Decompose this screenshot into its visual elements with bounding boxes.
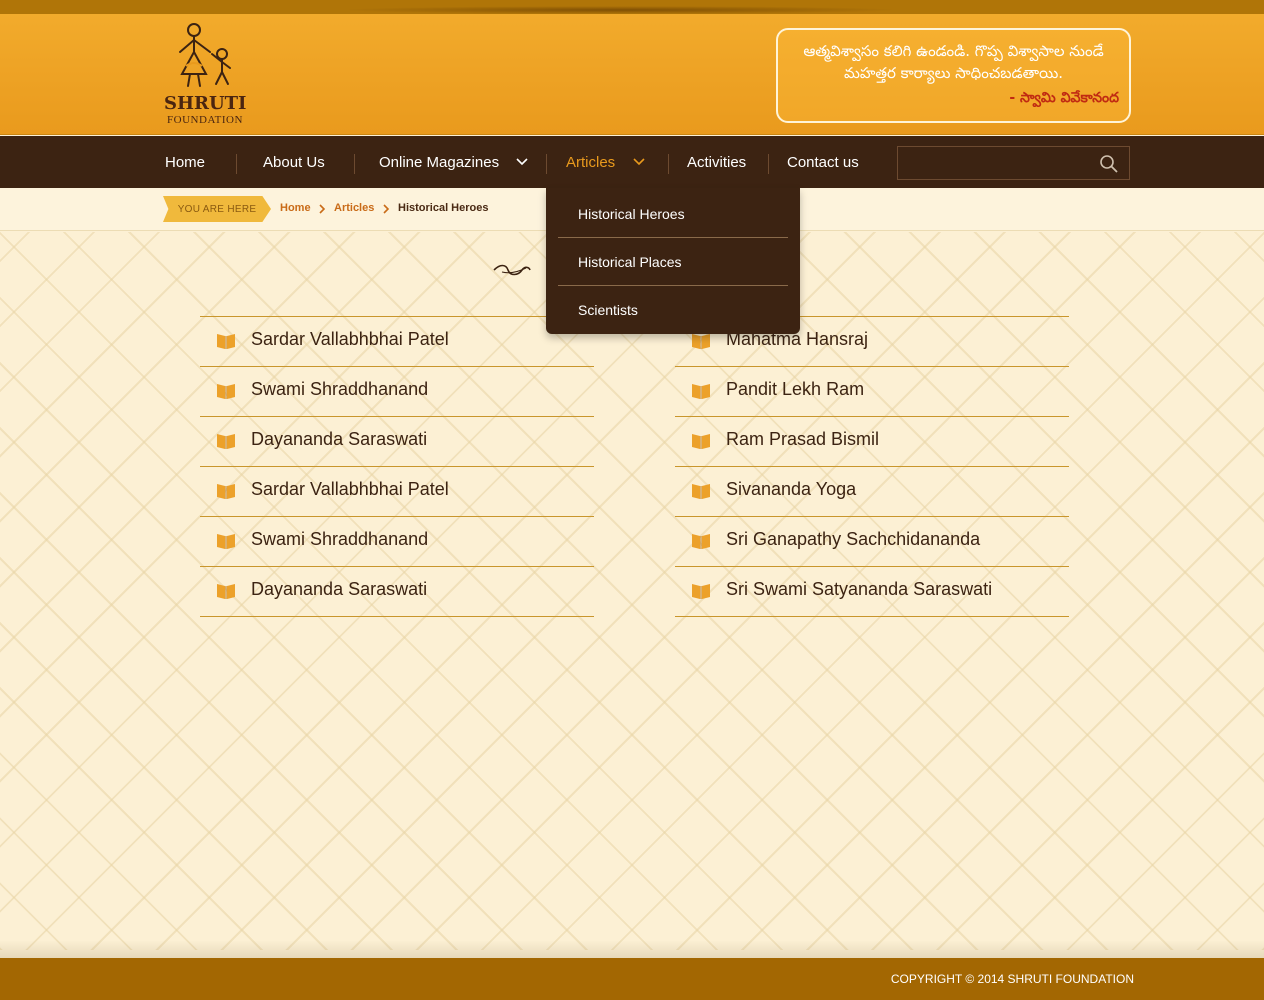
book-icon xyxy=(692,534,710,549)
main-nav: Home About Us Online Magazines Articles … xyxy=(0,136,1264,188)
list-item[interactable]: Pandit Lekh Ram xyxy=(675,367,1069,417)
list-item[interactable]: Sardar Vallabhbhai Patel xyxy=(200,317,594,367)
search-icon[interactable] xyxy=(1099,154,1119,174)
menu-item-historical-places[interactable]: Historical Places xyxy=(558,238,788,286)
heroes-list-right: Mahatma Hansraj Pandit Lekh Ram Ram Pras… xyxy=(675,316,1069,617)
chevron-down-icon[interactable] xyxy=(515,156,529,168)
brand-name: SHRUTI xyxy=(164,93,247,114)
chevron-right-icon xyxy=(319,204,326,214)
list-item[interactable]: Dayananda Saraswati xyxy=(200,567,594,617)
item-label: Sri Ganapathy Sachchidananda xyxy=(726,529,981,549)
nav-divider xyxy=(668,154,669,174)
list-item[interactable]: Sri Swami Satyananda Saraswati xyxy=(675,567,1069,617)
item-label: Sardar Vallabhbhai Patel xyxy=(251,329,449,349)
list-item[interactable]: Swami Shraddhanand xyxy=(200,367,594,417)
chevron-down-icon[interactable] xyxy=(632,156,646,168)
quote-author: - స్వామి వివేకానంద xyxy=(1009,90,1119,106)
list-item[interactable]: Sardar Vallabhbhai Patel xyxy=(200,467,594,517)
list-item[interactable]: Swami Shraddhanand xyxy=(200,517,594,567)
book-icon xyxy=(217,434,235,449)
breadcrumb-articles[interactable]: Articles xyxy=(334,202,374,214)
item-label: Swami Shraddhanand xyxy=(251,379,429,399)
you-are-here-tag: YOU ARE HERE xyxy=(163,196,271,222)
book-icon xyxy=(692,384,710,399)
book-icon xyxy=(217,334,235,349)
quote-text: ఆత్మవిశ్వాసం కలిగి ఉండండి. గొప్ప విశ్వాస… xyxy=(803,42,1104,82)
chevron-right-icon xyxy=(383,204,390,214)
list-item[interactable]: Sri Ganapathy Sachchidananda xyxy=(675,517,1069,567)
list-item[interactable]: Dayananda Saraswati xyxy=(200,417,594,467)
header: SHRUTI FOUNDATION ఆత్మవిశ్వాసం కలిగి ఉండ… xyxy=(0,14,1264,135)
logo[interactable]: SHRUTI FOUNDATION xyxy=(164,22,246,128)
book-icon xyxy=(217,534,235,549)
family-logo-icon xyxy=(179,23,231,87)
nav-divider xyxy=(546,154,547,174)
book-icon xyxy=(217,484,235,499)
top-strip xyxy=(0,0,1264,14)
nav-divider xyxy=(768,154,769,174)
quote-box: ఆత్మవిశ్వాసం కలిగి ఉండండి. గొప్ప విశ్వాస… xyxy=(776,28,1131,123)
nav-articles[interactable]: Articles xyxy=(566,136,615,188)
list-item[interactable]: Sivananda Yoga xyxy=(675,467,1069,517)
nav-about-us[interactable]: About Us xyxy=(263,136,325,188)
menu-item-scientists[interactable]: Scientists xyxy=(558,286,788,334)
item-label: Sardar Vallabhbhai Patel xyxy=(251,479,449,499)
heroes-list-left: Sardar Vallabhbhai Patel Swami Shraddhan… xyxy=(200,316,594,617)
breadcrumb-current: Historical Heroes xyxy=(398,202,489,214)
item-label: Dayananda Saraswati xyxy=(251,429,428,449)
content-background xyxy=(0,232,1264,950)
item-label: Sivananda Yoga xyxy=(726,479,857,499)
item-label: Ram Prasad Bismil xyxy=(726,429,880,449)
item-label: Swami Shraddhanand xyxy=(251,529,429,549)
nav-activities[interactable]: Activities xyxy=(687,136,746,188)
nav-online-magazines[interactable]: Online Magazines xyxy=(379,136,499,188)
nav-home[interactable]: Home xyxy=(165,136,205,188)
nav-divider xyxy=(354,154,355,174)
nav-divider xyxy=(236,154,237,174)
copyright-text: COPYRIGHT © 2014 SHRUTI FOUNDATION xyxy=(890,972,1134,986)
menu-item-historical-heroes[interactable]: Historical Heroes xyxy=(558,190,788,238)
search-input[interactable] xyxy=(897,146,1130,180)
flourish-icon xyxy=(493,264,531,276)
nav-contact-us[interactable]: Contact us xyxy=(787,136,859,188)
item-label: Dayananda Saraswati xyxy=(251,579,428,599)
footer: COPYRIGHT © 2014 SHRUTI FOUNDATION xyxy=(0,958,1264,1000)
book-icon xyxy=(692,484,710,499)
item-label: Sri Swami Satyananda Saraswati xyxy=(726,579,993,599)
brand-tagline: FOUNDATION xyxy=(167,114,243,126)
book-icon xyxy=(692,434,710,449)
book-icon xyxy=(217,584,235,599)
articles-dropdown-menu: Historical Heroes Historical Places Scie… xyxy=(546,188,800,334)
item-label: Pandit Lekh Ram xyxy=(726,379,865,399)
book-icon xyxy=(217,384,235,399)
breadcrumb-home[interactable]: Home xyxy=(280,202,311,214)
book-icon xyxy=(692,584,710,599)
book-icon xyxy=(692,334,710,349)
footer-shadow xyxy=(0,940,1264,958)
list-item[interactable]: Ram Prasad Bismil xyxy=(675,417,1069,467)
